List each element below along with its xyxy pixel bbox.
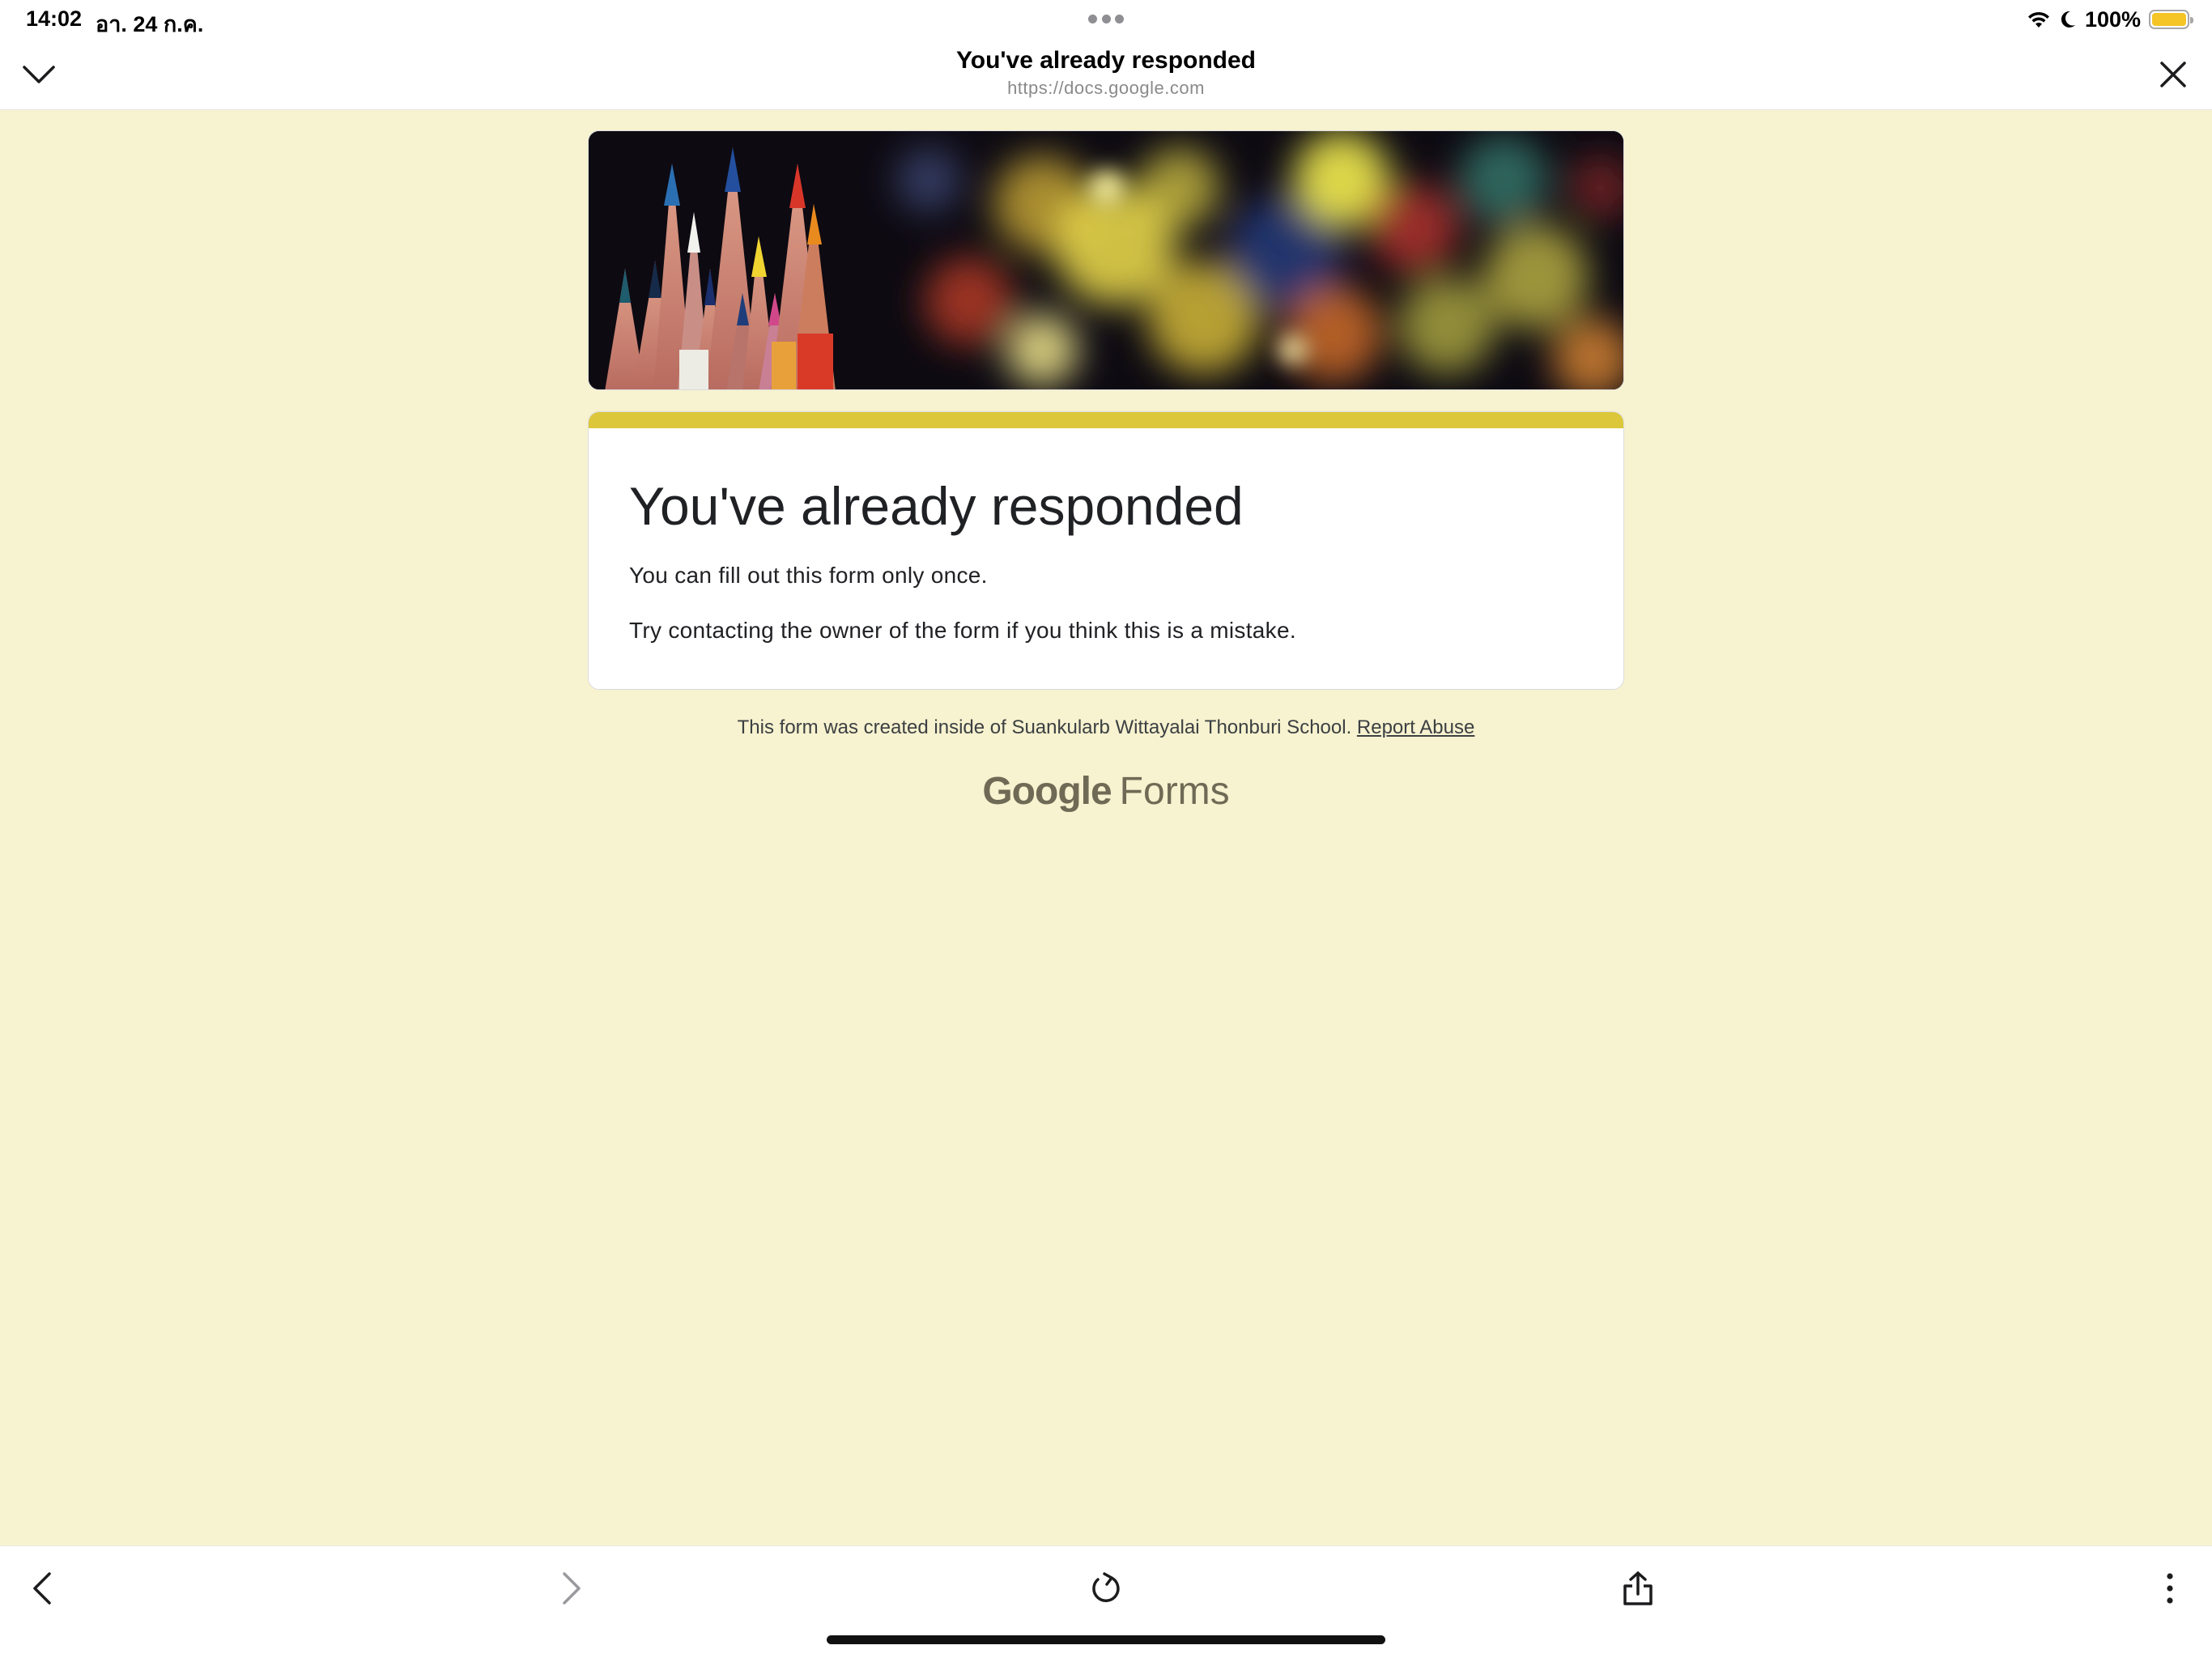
battery-level-fill	[2152, 13, 2186, 26]
status-indicators: 100%	[2027, 5, 2193, 34]
more-vertical-icon	[2167, 1573, 2173, 1604]
footer-note: This form was created inside of Suankula…	[0, 716, 2212, 739]
battery-icon	[2149, 10, 2193, 29]
battery-percentage: 100%	[2084, 6, 2141, 32]
chevron-right-icon	[563, 1572, 581, 1605]
more-button[interactable]	[2144, 1562, 2196, 1614]
brand-google-text: Google	[982, 770, 1112, 813]
reload-button[interactable]	[1080, 1562, 1132, 1614]
brand-forms-text: Forms	[1119, 770, 1230, 813]
status-time: 14:02	[26, 6, 83, 31]
card-message-once: You can fill out this form only once.	[629, 563, 988, 588]
home-indicator[interactable]	[827, 1635, 1385, 1644]
close-button[interactable]	[2150, 52, 2196, 97]
share-icon	[1623, 1571, 1653, 1605]
share-button[interactable]	[1612, 1562, 1664, 1614]
chevron-left-icon	[33, 1572, 51, 1605]
response-card: You've already responded You can fill ou…	[588, 411, 1624, 690]
card-accent-bar	[589, 412, 1623, 428]
status-date: อา. 24 ก.ค.	[96, 12, 204, 36]
footer-note-text: This form was created inside of Suankula…	[737, 716, 1352, 738]
card-message-contact: Try contacting the owner of the form if …	[629, 618, 1296, 643]
page-url: https://docs.google.com	[1007, 78, 1205, 98]
status-bar: 14:02 อา. 24 ก.ค. 100%	[0, 0, 2212, 40]
reload-icon	[1092, 1572, 1120, 1602]
card-title: You've already responded	[629, 476, 1244, 536]
moon-icon	[2061, 11, 2075, 28]
wifi-icon	[2027, 11, 2049, 28]
report-abuse-link[interactable]: Report Abuse	[1357, 716, 1474, 738]
page-title: You've already responded	[955, 47, 1257, 74]
browser-title-bar: You've already responded https://docs.go…	[0, 40, 2212, 110]
back-button[interactable]	[16, 1562, 68, 1614]
multitasking-dots-icon[interactable]	[1088, 14, 1124, 23]
form-header-image	[588, 130, 1624, 390]
google-forms-logo[interactable]: Google Forms	[0, 769, 2212, 814]
colored-pencils-image	[589, 131, 1623, 389]
close-icon	[2160, 62, 2186, 87]
forward-button[interactable]	[546, 1562, 598, 1614]
